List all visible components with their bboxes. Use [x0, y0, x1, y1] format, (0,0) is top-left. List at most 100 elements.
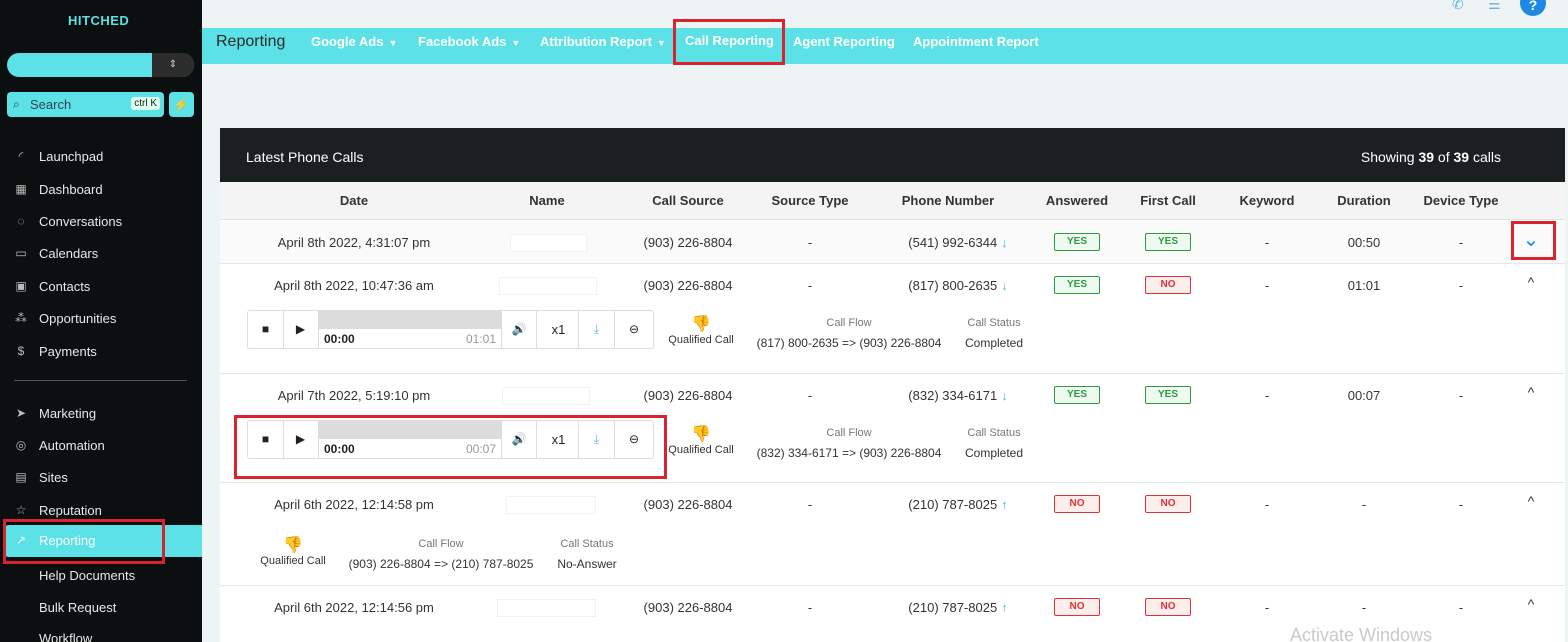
sidebar-item-calendars[interactable]: ▭ Calendars	[10, 241, 202, 267]
list-icon[interactable]: ☰	[1488, 0, 1501, 13]
remove-icon[interactable]: ⊖	[616, 311, 652, 348]
column-header[interactable]: Keyword	[1240, 193, 1295, 208]
call-status-label: Call Status	[967, 317, 1021, 329]
column-header[interactable]: Date	[340, 193, 368, 208]
sidebar-item-help-documents[interactable]: Help Documents	[10, 563, 202, 589]
device-type: -	[1458, 278, 1464, 293]
sidebar-item-launchpad[interactable]: ◜ Launchpad	[10, 144, 202, 170]
column-header[interactable]: Call Source	[652, 193, 724, 208]
chevron-up-icon[interactable]: ^	[1528, 274, 1535, 290]
sidebar-item-marketing[interactable]: ➤ Marketing	[10, 401, 202, 427]
phone-number: (817) 800-2635 ↓	[908, 278, 1007, 293]
tab-agent-reporting[interactable]: Agent Reporting	[793, 34, 895, 49]
sidebar-item-automation[interactable]: ◎ Automation	[10, 433, 202, 459]
answered-badge: NO	[1054, 598, 1100, 616]
qualified-call-toggle[interactable]: 👎 Qualified Call	[668, 314, 733, 346]
account-switcher[interactable]: ⇕	[7, 53, 194, 77]
table-row[interactable]: April 8th 2022, 10:47:36 am (903) 226-88…	[220, 264, 1565, 374]
keyword: -	[1264, 600, 1270, 615]
sidebar-item-label: Help Documents	[39, 568, 136, 583]
contact-name[interactable]	[499, 277, 597, 295]
tab-appointment-report[interactable]: Appointment Report	[913, 34, 1039, 49]
call-status-value: No-Answer	[557, 557, 617, 571]
chevron-up-icon[interactable]: ^	[1528, 384, 1535, 400]
tab-facebook-ads[interactable]: Facebook Ads ▼	[418, 34, 520, 49]
tab-label: Appointment Report	[913, 34, 1039, 49]
phone-number: (210) 787-8025 ↑	[908, 600, 1007, 615]
sidebar-item-label: Calendars	[39, 246, 99, 261]
sidebar-item-label: Payments	[39, 344, 97, 359]
source-type: -	[807, 235, 813, 250]
stop-icon[interactable]: ■	[248, 311, 284, 348]
qualified-call-toggle[interactable]: 👎 Qualified Call	[668, 424, 733, 456]
keyword: -	[1264, 497, 1270, 512]
progress-track[interactable]	[319, 311, 501, 329]
column-header[interactable]: First Call	[1140, 193, 1196, 208]
globe-icon: ▤	[15, 470, 27, 484]
contact-name[interactable]	[497, 599, 596, 617]
column-header[interactable]: Duration	[1337, 193, 1390, 208]
qualified-call-toggle[interactable]: 👎 Qualified Call	[260, 535, 325, 567]
qualified-call-label: Qualified Call	[260, 555, 326, 567]
arrow-up-icon: ↑	[1001, 600, 1008, 615]
sidebar-item-bulk-request[interactable]: Bulk Request	[10, 595, 202, 621]
table-row[interactable]: April 6th 2022, 12:14:58 pm (903) 226-88…	[220, 483, 1565, 586]
sidebar-item-opportunities[interactable]: ⁂ Opportunities	[10, 306, 202, 332]
help-icon[interactable]: ?	[1520, 0, 1546, 16]
phone-number-text: (817) 800-2635	[908, 278, 998, 293]
chat-icon: ◌	[17, 214, 25, 228]
chevron-updown-icon: ⇕	[152, 53, 194, 77]
audio-progress[interactable]: 00:00 01:01	[319, 311, 501, 348]
contact-name[interactable]	[510, 234, 587, 252]
contact-name[interactable]	[506, 496, 596, 514]
device-type: -	[1458, 235, 1464, 250]
tab-attribution-report[interactable]: Attribution Report ▼	[540, 34, 666, 49]
answered-badge: NO	[1054, 495, 1100, 513]
play-icon[interactable]: ▶	[283, 311, 319, 348]
call-flow-label: Call Flow	[826, 427, 872, 439]
table-header: Date Name Call Source Source Type Phone …	[220, 182, 1565, 220]
call-source: (903) 226-8804	[643, 600, 733, 615]
sidebar-item-payments[interactable]: $ Payments	[10, 339, 202, 365]
column-header[interactable]: Name	[529, 193, 564, 208]
phone-number-text: (210) 787-8025	[908, 497, 998, 512]
showing-total: 39	[1453, 149, 1470, 165]
download-icon[interactable]: ⤓	[579, 311, 615, 348]
column-header[interactable]: Device Type	[1424, 193, 1499, 208]
chevron-up-icon[interactable]: ^	[1528, 493, 1535, 509]
column-header[interactable]: Source Type	[771, 193, 848, 208]
sidebar-item-dashboard[interactable]: ▦ Dashboard	[10, 177, 202, 203]
sidebar-item-contacts[interactable]: ▣ Contacts	[10, 274, 202, 300]
thumbs-down-icon: 👎	[691, 316, 711, 333]
tab-google-ads[interactable]: Google Ads ▼	[311, 34, 397, 49]
column-header[interactable]: Answered	[1046, 193, 1108, 208]
sidebar-item-sites[interactable]: ▤ Sites	[10, 465, 202, 491]
search-input[interactable]: ⌕ Search ctrl K	[7, 92, 164, 117]
call-flow-label: Call Flow	[418, 538, 464, 550]
phone-icon[interactable]: ✆	[1452, 0, 1464, 13]
contact-name[interactable]	[502, 387, 590, 405]
sidebar-divider	[14, 380, 187, 381]
sidebar-item-label: Automation	[39, 438, 105, 453]
table-row[interactable]: April 8th 2022, 4:31:07 pm (903) 226-880…	[220, 221, 1565, 264]
search-shortcut: ctrl K	[131, 97, 160, 110]
qualified-call-label: Qualified Call	[668, 334, 734, 346]
call-status-value: Completed	[964, 446, 1024, 460]
quick-action-button[interactable]: ⚡	[169, 92, 194, 117]
volume-icon[interactable]: 🔊	[501, 311, 537, 348]
audio-player[interactable]: ■ ▶ 00:00 01:01 🔊 x1 ⤓ ⊖	[247, 310, 654, 349]
chevron-down-icon: ▼	[388, 38, 398, 48]
call-date: April 6th 2022, 12:14:56 pm	[274, 600, 434, 615]
duration: -	[1361, 497, 1367, 512]
speed-button[interactable]: x1	[539, 311, 579, 348]
device-type: -	[1458, 388, 1464, 403]
sidebar-item-label: Sites	[39, 470, 68, 485]
qualified-call-label: Qualified Call	[668, 444, 734, 456]
sidebar-item-conversations[interactable]: ◌ Conversations	[10, 209, 202, 235]
sidebar-item-label: Dashboard	[39, 182, 103, 197]
sidebar-item-workflow[interactable]: Workflow	[10, 626, 202, 642]
call-status-label: Call Status	[967, 427, 1021, 439]
chevron-up-icon[interactable]: ^	[1528, 596, 1535, 612]
column-header[interactable]: Phone Number	[902, 193, 994, 208]
sidebar-item-label: Reputation	[39, 503, 102, 518]
